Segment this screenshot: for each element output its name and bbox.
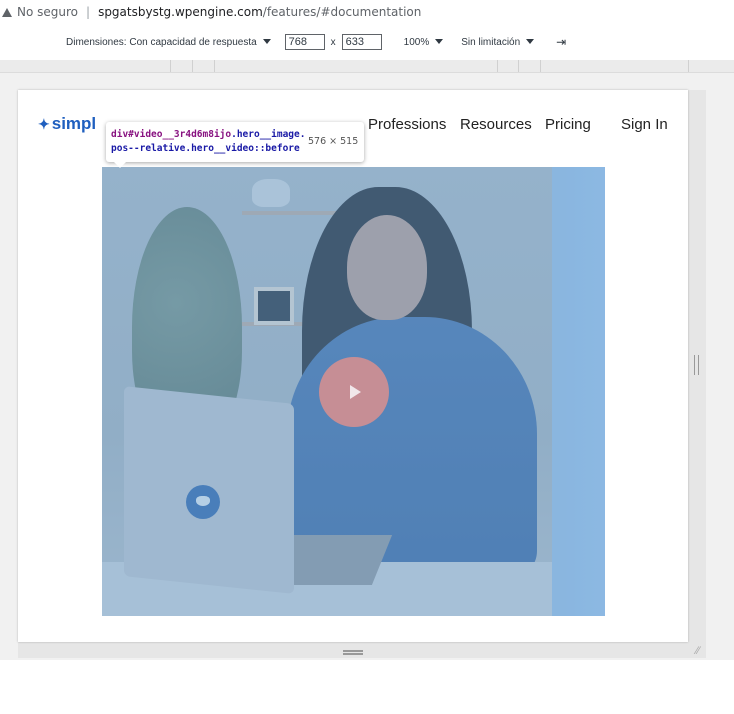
- nav-link-professions[interactable]: Professions: [368, 116, 446, 133]
- url-host[interactable]: spgatsbystg.wpengine.com: [98, 5, 263, 19]
- separator: |: [86, 5, 91, 19]
- ruler-tick: [497, 60, 498, 72]
- bottom-grip-icon[interactable]: [343, 650, 363, 652]
- dimensions-dropdown[interactable]: Dimensiones: Con capacidad de respuesta: [66, 37, 271, 48]
- url-path[interactable]: /features/#documentation: [263, 5, 422, 19]
- element-size: 576 × 515: [308, 136, 359, 147]
- rotate-icon[interactable]: ⇥: [556, 35, 566, 49]
- chevron-down-icon: [526, 39, 535, 45]
- height-input[interactable]: 633: [341, 34, 382, 50]
- chevron-down-icon: [435, 39, 444, 45]
- logo-text: simpl: [51, 114, 97, 133]
- ruler-tick: [170, 60, 171, 72]
- tooltip-caret: [114, 162, 126, 168]
- chevron-down-icon: [262, 39, 271, 45]
- media-query-ruler[interactable]: [0, 60, 734, 73]
- hero-video[interactable]: [102, 167, 605, 616]
- site-logo[interactable]: ✦ simpl: [38, 114, 96, 134]
- nav-link-pricing[interactable]: Pricing: [545, 116, 591, 133]
- ruler-tick: [540, 60, 541, 72]
- throttling-dropdown[interactable]: Sin limitación: [461, 36, 535, 48]
- warning-icon: [2, 7, 12, 17]
- play-button[interactable]: [319, 357, 389, 427]
- inspector-tooltip: div#video__3r4d6m8ijo.hero__image.pos--r…: [106, 122, 364, 168]
- ruler-tick: [518, 60, 519, 72]
- ruler-tick: [214, 60, 215, 72]
- corner-resize-icon[interactable]: ∕∕: [696, 645, 700, 657]
- element-selector: div#video__3r4d6m8ijo.hero__image.pos--r…: [111, 128, 311, 156]
- nav-link-resources[interactable]: Resources: [460, 116, 532, 133]
- width-input[interactable]: 768: [284, 34, 325, 50]
- dimensions-label: Dimensiones: Con capacidad de respuesta: [66, 36, 257, 48]
- address-bar[interactable]: No seguro | spgatsbystg.wpengine.com/fea…: [0, 0, 734, 24]
- page-below: [0, 660, 734, 714]
- security-label[interactable]: No seguro: [17, 5, 78, 19]
- right-grip-icon[interactable]: [694, 355, 699, 375]
- times-sign: x: [330, 36, 336, 48]
- selector-tag: div#video__3r4d6m8ijo: [111, 129, 232, 140]
- device-toolbar: Dimensiones: Con capacidad de respuesta …: [0, 24, 734, 60]
- emulated-viewport: ✦ simpl Professions Resources Pricing Sig…: [18, 90, 688, 642]
- ruler-tick: [192, 60, 193, 72]
- nav-link-sign-in[interactable]: Sign In: [621, 116, 668, 133]
- play-icon: [350, 385, 361, 399]
- ruler-tick: [688, 60, 689, 72]
- zoom-label: 100%: [403, 36, 430, 48]
- logo-mark-icon: ✦: [38, 116, 50, 132]
- throttling-label: Sin limitación: [461, 36, 521, 48]
- zoom-dropdown[interactable]: 100%: [404, 37, 444, 48]
